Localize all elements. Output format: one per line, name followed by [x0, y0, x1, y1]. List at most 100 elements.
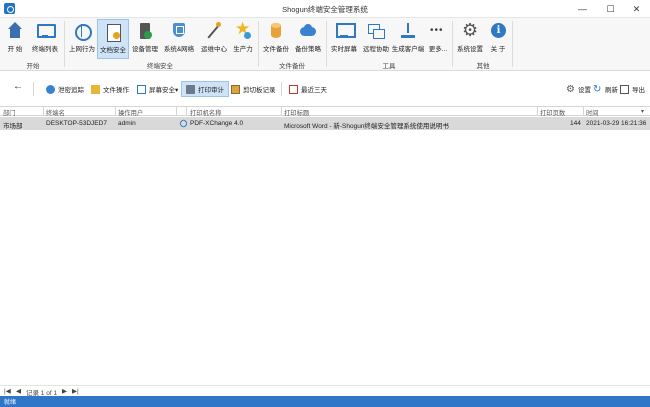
column-divider[interactable] [537, 107, 538, 116]
column-header-printer[interactable]: 打印机名称 [190, 108, 221, 117]
print-audit-button[interactable]: 打印审计 [181, 81, 229, 97]
cell-printer: PDF-XChange 4.0 [190, 120, 244, 127]
column-header-time[interactable]: 时间 [586, 108, 599, 117]
toolbar-button-label: 最近三天 [301, 87, 327, 94]
ribbon-button-document-security[interactable]: 文档安全 [97, 19, 129, 59]
file-operation-button[interactable]: 文件操作 [91, 81, 129, 97]
ribbon-button-system-settings[interactable]: 系统设置 [455, 19, 485, 59]
cell-print-title: Microsoft Word - 新-Shogun终端安全管理系统使用说明书 [284, 123, 449, 130]
refresh-button[interactable]: ↻ 刷新 [593, 81, 618, 97]
shield-icon [170, 22, 188, 40]
home-icon [6, 22, 24, 40]
ribbon-button-label: 开 始 [7, 46, 23, 53]
export-button[interactable]: 导出 [620, 81, 645, 97]
column-divider[interactable] [176, 107, 177, 116]
clipboard-record-button[interactable]: 剪切板记录 [231, 81, 276, 97]
column-header-print-title[interactable]: 打印标题 [284, 108, 309, 117]
ribbon-button-label: 实时屏幕 [331, 46, 357, 53]
ribbon-button-start[interactable]: 开 始 [4, 19, 26, 59]
group-divider [452, 21, 453, 67]
cell-user: admin [118, 120, 136, 127]
table-header: 部门 终端名 操作用户 打印机名称 打印标题 打印页数 时间 ▾ [0, 106, 650, 117]
ribbon-button-system-network[interactable]: 系统&网络 [162, 19, 196, 59]
column-header-department[interactable]: 部门 [3, 108, 16, 117]
ribbon-button-live-screen[interactable]: 实时屏幕 [329, 19, 359, 59]
ribbon-button-device-management[interactable]: 设备管理 [130, 19, 160, 59]
ribbon-button-generate-client[interactable]: 生成客户端 [391, 19, 425, 59]
title-bar: Shogun终端安全管理系统 — ☐ ✕ [0, 0, 650, 18]
group-divider [258, 21, 259, 67]
column-divider[interactable] [281, 107, 282, 116]
toolbar-button-label: 泄密追踪 [58, 87, 84, 94]
column-header-terminal[interactable]: 终端名 [46, 108, 65, 117]
sort-indicator-icon[interactable]: ▾ [641, 108, 644, 115]
column-divider[interactable] [115, 107, 116, 116]
ribbon-button-more[interactable]: 更多... [426, 19, 450, 59]
database-icon [267, 22, 285, 40]
last-page-button[interactable]: ▶| [72, 387, 79, 395]
settings-icon: ⚙ [566, 83, 575, 95]
export-icon [620, 84, 629, 94]
toolbar-button-label: 刷新 [605, 87, 618, 94]
download-icon [399, 22, 417, 40]
ribbon-button-label: 上网行为 [69, 46, 95, 53]
leak-trace-button[interactable]: 泄密追踪 [46, 81, 84, 97]
status-bar: 就绪 [0, 396, 650, 407]
first-page-button[interactable]: |◀ [4, 387, 11, 395]
window-title: Shogun终端安全管理系统 [282, 5, 368, 14]
column-header-user[interactable]: 操作用户 [118, 108, 143, 117]
next-page-button[interactable]: ▶ [62, 387, 67, 395]
star-icon [234, 19, 252, 40]
ribbon-button-web-behavior[interactable]: 上网行为 [67, 19, 97, 59]
printer-icon [186, 84, 195, 94]
ribbon: 开 始 终端列表 上网行为 文档安全 设备管理 系统&网络 运维中心 生产力 文… [0, 18, 650, 71]
device-icon [136, 22, 154, 40]
wand-icon [205, 22, 223, 40]
ribbon-button-terminal-list[interactable]: 终端列表 [30, 19, 60, 59]
minimize-button[interactable]: — [569, 0, 596, 18]
column-divider[interactable] [583, 107, 584, 116]
toolbar-button-label: 设置 [578, 87, 591, 94]
calendar-icon [289, 84, 298, 94]
remote-icon [367, 22, 385, 40]
group-divider [326, 21, 327, 67]
column-divider[interactable] [186, 107, 187, 116]
toolbar-button-label: 剪切板记录 [243, 87, 276, 94]
toolbar-button-label: 打印审计 [198, 87, 224, 94]
ribbon-button-label: 运维中心 [201, 46, 227, 53]
ribbon-button-label: 生成客户端 [391, 46, 425, 53]
ribbon-button-file-backup[interactable]: 文件备份 [261, 19, 291, 59]
more-icon [429, 22, 447, 40]
cloud-icon [299, 22, 317, 40]
status-text: 就绪 [4, 400, 17, 406]
ribbon-button-label: 设备管理 [132, 46, 158, 53]
document-icon [104, 23, 122, 42]
maximize-button[interactable]: ☐ [597, 0, 624, 18]
gear-icon [461, 20, 479, 41]
toolbar-button-label: 导出 [632, 87, 645, 94]
ribbon-button-ops-center[interactable]: 运维中心 [199, 19, 229, 59]
ribbon-button-backup-policy[interactable]: 备份策略 [293, 19, 323, 59]
screen-security-dropdown[interactable]: 屏幕安全▾ [137, 81, 178, 97]
prev-page-button[interactable]: ◀ [16, 387, 21, 395]
column-header-pages[interactable]: 打印页数 [540, 108, 565, 117]
last-three-days-button[interactable]: 最近三天 [289, 81, 327, 97]
toolbar: 泄密追踪 文件操作 屏幕安全▾ 打印审计 剪切板记录 最近三天 ⚙ 设置 ↻ 刷… [0, 78, 650, 100]
clipboard-icon [231, 84, 240, 94]
toolbar-divider [281, 82, 282, 96]
ribbon-button-label: 系统设置 [457, 46, 483, 53]
ribbon-button-label: 远程协助 [363, 46, 389, 53]
paperclip-icon[interactable] [178, 118, 189, 129]
group-divider [64, 21, 65, 67]
close-button[interactable]: ✕ [623, 0, 650, 18]
ribbon-button-about[interactable]: 关 于 [487, 19, 509, 59]
refresh-icon: ↻ [593, 83, 602, 95]
ribbon-button-label: 文档安全 [100, 47, 126, 54]
trace-icon [46, 84, 55, 94]
settings-button[interactable]: ⚙ 设置 [566, 81, 591, 97]
table-row[interactable]: 市场部 DESKTOP-53DJED7 admin PDF-XChange 4.… [0, 117, 650, 130]
pager: |◀ ◀ 记录 1 of 1 ▶ ▶| [0, 385, 650, 397]
ribbon-button-productivity[interactable]: 生产力 [230, 19, 256, 59]
ribbon-button-remote-assist[interactable]: 远程协助 [361, 19, 391, 59]
column-divider[interactable] [43, 107, 44, 116]
